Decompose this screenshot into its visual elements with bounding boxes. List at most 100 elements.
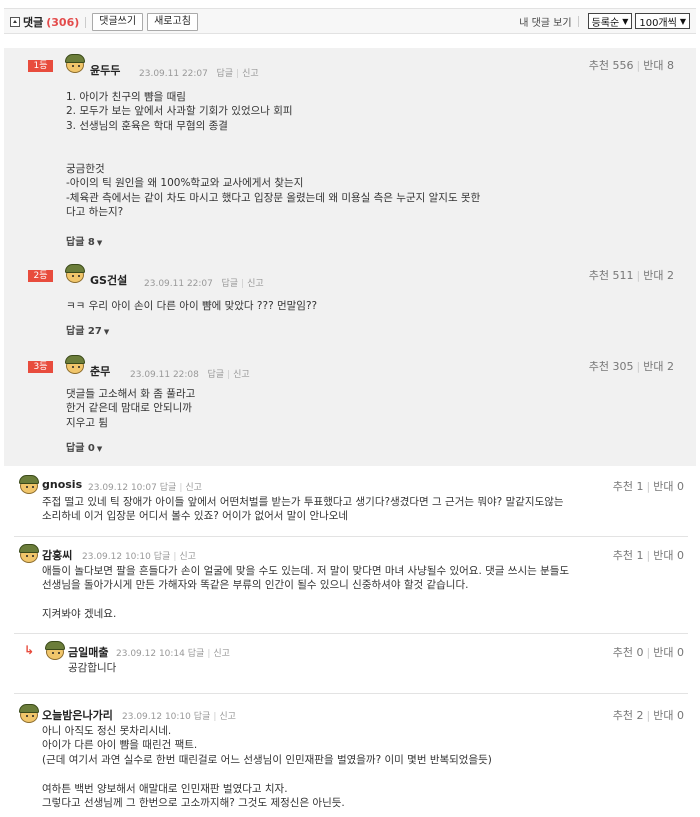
- downvote-button[interactable]: 반대 2: [643, 360, 674, 373]
- reply-toggle[interactable]: 답글 8 ▼: [66, 233, 102, 248]
- nickname[interactable]: 금일매출: [68, 644, 108, 660]
- divider: [14, 633, 688, 634]
- upvote-button[interactable]: 추천 305: [589, 360, 634, 373]
- comment-body: 애들이 놀다보면 팔을 흔들다가 손이 얼굴에 맞을 수도 있는데. 저 말이 …: [42, 565, 570, 621]
- report-button[interactable]: 신고: [242, 69, 259, 79]
- comment-title: 댓글: [23, 16, 44, 29]
- my-comments-link[interactable]: 내 댓글 보기: [519, 14, 571, 29]
- divider: [14, 693, 688, 694]
- report-button[interactable]: 신고: [213, 649, 230, 659]
- comment-date: 23.09.11 22:07: [144, 279, 213, 289]
- collapse-icon[interactable]: [10, 17, 20, 27]
- reply-button[interactable]: 답글: [216, 69, 233, 79]
- comment-date: 23.09.12 10:10: [122, 712, 191, 722]
- nickname[interactable]: GS건설: [90, 272, 127, 288]
- reply-button[interactable]: 답글: [207, 370, 224, 380]
- avatar: [64, 54, 86, 74]
- comment-meta: 23.09.11 22:07 답글 | 신고: [139, 69, 259, 79]
- rank-badge: 2등: [28, 270, 53, 282]
- comment-meta: 23.09.12 10:10 답글 | 신고: [82, 552, 196, 562]
- downvote-button[interactable]: 반대 0: [653, 709, 684, 722]
- comment-toolbar: 댓글 (306) 댓글쓰기 새로고침 내 댓글 보기 등록순 ▼ 100개씩 ▼: [4, 8, 696, 34]
- report-button[interactable]: 신고: [247, 279, 264, 289]
- chevron-down-icon: ▼: [679, 16, 686, 26]
- upvote-button[interactable]: 추천 0: [613, 646, 644, 659]
- vote-count: 추천 511 | 반대 2: [588, 269, 674, 282]
- reply-button[interactable]: 답글: [160, 483, 177, 493]
- downvote-button[interactable]: 반대 8: [643, 59, 674, 72]
- upvote-button[interactable]: 추천 1: [613, 549, 644, 562]
- vote-count: 추천 556 | 반대 8: [588, 59, 674, 72]
- reply-count: 답글 8: [66, 237, 95, 248]
- per-page-value: 100개씩: [639, 17, 677, 29]
- toolbar-left: 댓글 (306) 댓글쓰기 새로고침: [10, 13, 202, 31]
- vote-count: 추천 0 | 반대 0: [612, 646, 684, 659]
- nickname[interactable]: 춘무: [90, 363, 110, 379]
- toolbar-right: 내 댓글 보기 등록순 ▼ 100개씩 ▼: [519, 13, 690, 29]
- comment-body: 주접 떨고 있네 틱 장애가 아이들 앞에서 어떤처벌를 받는가 투표했다고 생…: [42, 496, 564, 523]
- comment-date: 23.09.11 22:07: [139, 69, 208, 79]
- report-button[interactable]: 신고: [185, 483, 202, 493]
- rank-badge: 1등: [28, 60, 53, 72]
- downvote-button[interactable]: 반대 0: [653, 549, 684, 562]
- comment-count: (306): [46, 15, 80, 29]
- comment-body: 1. 아이가 친구의 뺨을 때림 2. 모두가 보는 앞에서 사과할 기회가 있…: [66, 91, 481, 219]
- divider: [14, 536, 688, 537]
- sort-select[interactable]: 등록순 ▼: [587, 13, 633, 29]
- chevron-down-icon: ▼: [96, 445, 103, 453]
- reply-toggle[interactable]: 답글 0 ▼: [66, 439, 102, 454]
- nickname[interactable]: 오늘밤은나가리: [42, 707, 113, 723]
- rank-badge: 3등: [28, 361, 53, 373]
- downvote-button[interactable]: 반대 2: [643, 269, 674, 282]
- vote-count: 추천 305 | 반대 2: [588, 360, 674, 373]
- report-button[interactable]: 신고: [179, 552, 196, 562]
- comment-body: ㅋㅋ 우리 아이 손이 다른 아이 뺨에 맞았다 ??? 먼말임??: [66, 300, 318, 312]
- reply-button[interactable]: 답글: [221, 279, 238, 289]
- per-page-select[interactable]: 100개씩 ▼: [635, 13, 690, 29]
- avatar: [18, 475, 40, 495]
- report-button[interactable]: 신고: [219, 712, 236, 722]
- comment-body: 아니 아직도 정신 못차리시네. 아이가 다른 아이 뺨을 때린건 팩트. (근…: [42, 725, 492, 810]
- reply-button[interactable]: 답글: [188, 649, 205, 659]
- comment-body: 공감합니다: [68, 662, 117, 674]
- vote-count: 추천 2 | 반대 0: [612, 709, 684, 722]
- comment-date: 23.09.12 10:07: [88, 483, 157, 493]
- avatar: [44, 641, 66, 661]
- reply-arrow-icon: ↳: [24, 643, 35, 657]
- reply-toggle[interactable]: 답글 27 ▼: [66, 322, 109, 337]
- reply-count: 답글 27: [66, 326, 102, 337]
- write-comment-button[interactable]: 댓글쓰기: [92, 13, 144, 31]
- comment-meta: 23.09.12 10:07 답글 | 신고: [88, 483, 202, 493]
- divider: [85, 16, 87, 28]
- sort-value: 등록순: [591, 17, 620, 29]
- upvote-button[interactable]: 추천 556: [589, 59, 634, 72]
- reply-button[interactable]: 답글: [194, 712, 211, 722]
- nickname[interactable]: gnosis: [42, 478, 82, 491]
- vote-count: 추천 1 | 반대 0: [612, 480, 684, 493]
- comment-body: 댓글들 고소해서 화 좀 풀라고 한거 같은데 맘대로 안되니까 지우고 튐: [66, 388, 196, 429]
- upvote-button[interactable]: 추천 2: [613, 709, 644, 722]
- reply-count: 답글 0: [66, 443, 95, 454]
- downvote-button[interactable]: 반대 0: [653, 480, 684, 493]
- comment-meta: 23.09.11 22:07 답글 | 신고: [144, 279, 264, 289]
- nickname[interactable]: 윤두두: [90, 62, 120, 78]
- avatar: [18, 544, 40, 564]
- divider: [577, 15, 579, 27]
- avatar: [18, 704, 40, 724]
- avatar: [64, 264, 86, 284]
- comment-meta: 23.09.12 10:10 답글 | 신고: [122, 712, 236, 722]
- best-comments: 1등 윤두두 23.09.11 22:07 답글 | 신고 추천 556 | 반대 8 …: [4, 48, 696, 466]
- nickname[interactable]: 감홍씨: [42, 547, 72, 563]
- refresh-button[interactable]: 새로고침: [147, 13, 198, 31]
- chevron-down-icon: ▼: [96, 239, 103, 247]
- comment-date: 23.09.11 22:08: [130, 370, 199, 380]
- comment-meta: 23.09.11 22:08 답글 | 신고: [130, 370, 250, 380]
- chevron-down-icon: ▼: [622, 16, 629, 26]
- reply-button[interactable]: 답글: [154, 552, 171, 562]
- upvote-button[interactable]: 추천 511: [589, 269, 634, 282]
- upvote-button[interactable]: 추천 1: [613, 480, 644, 493]
- downvote-button[interactable]: 반대 0: [653, 646, 684, 659]
- comment-date: 23.09.12 10:14: [116, 649, 185, 659]
- vote-count: 추천 1 | 반대 0: [612, 549, 684, 562]
- report-button[interactable]: 신고: [233, 370, 250, 380]
